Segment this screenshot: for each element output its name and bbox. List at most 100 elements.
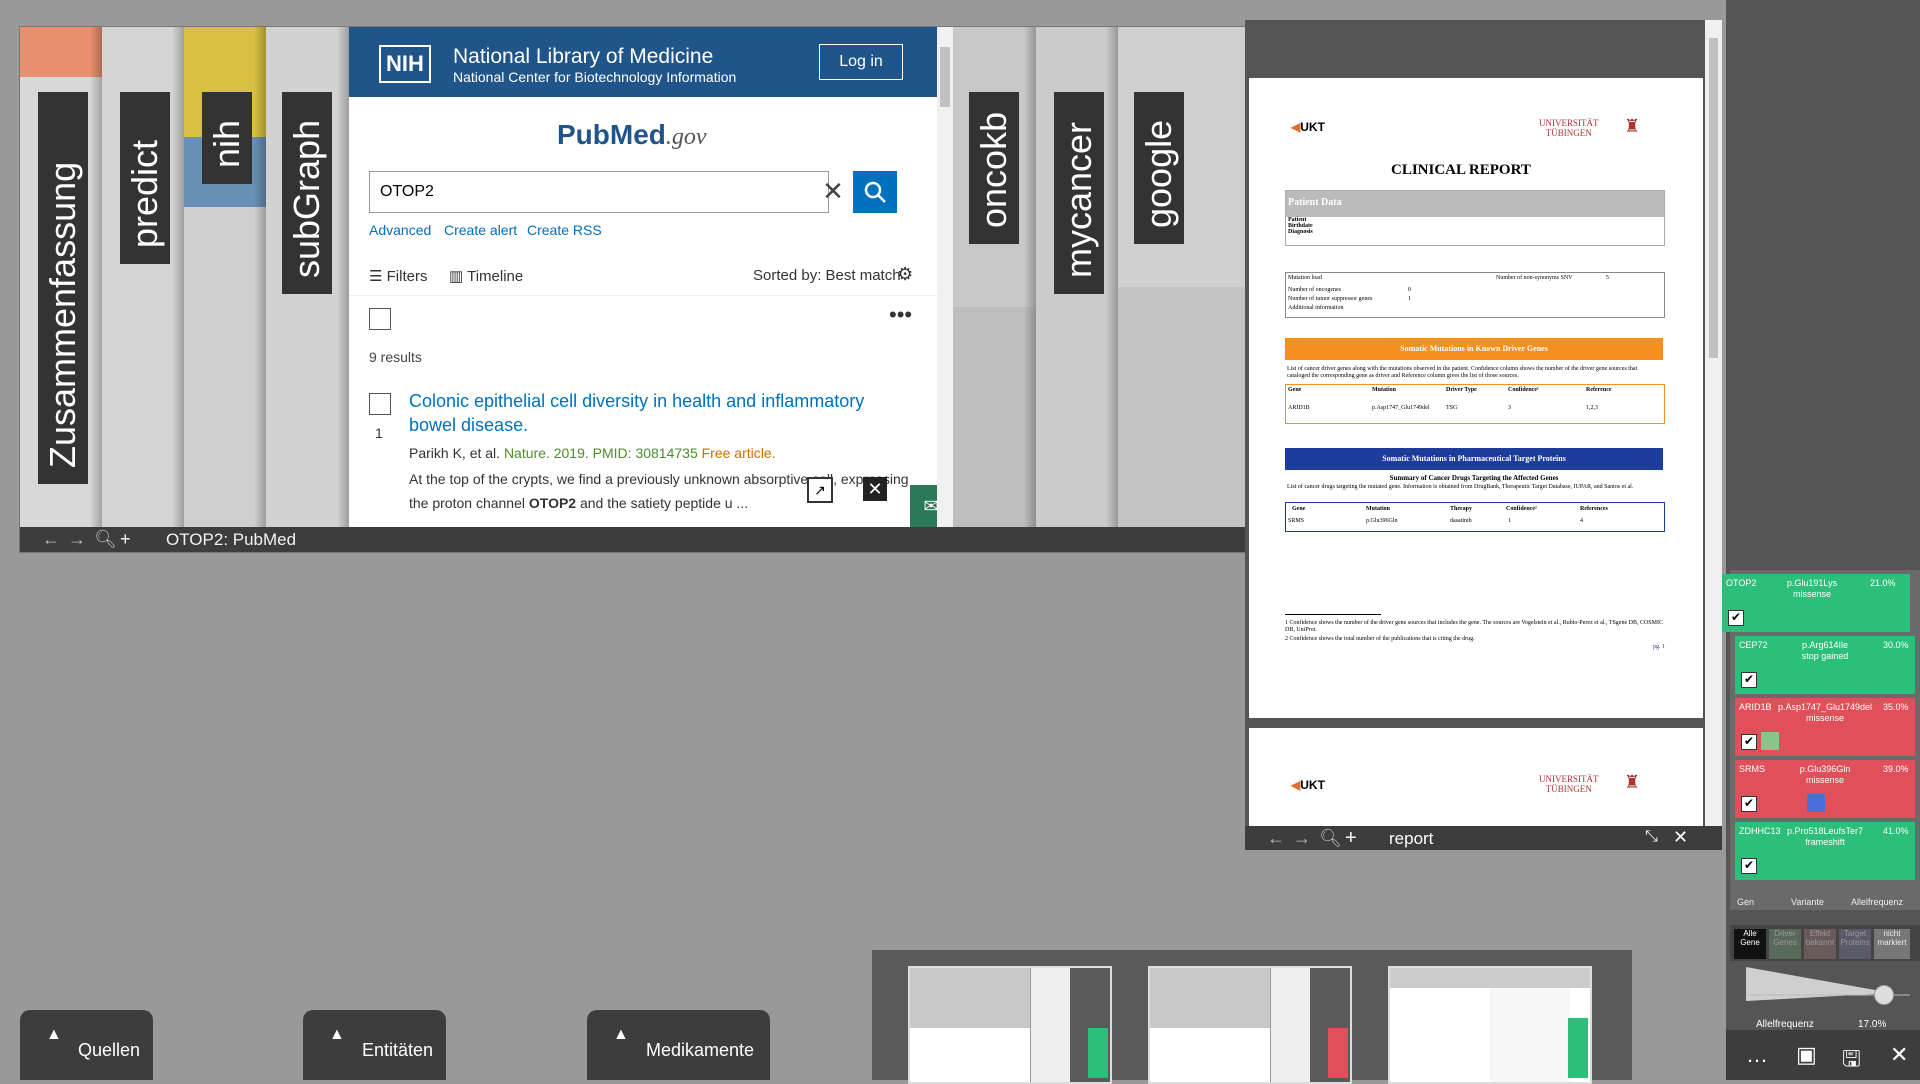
- clear-search-icon[interactable]: ✕: [815, 173, 851, 209]
- back-arrow-icon[interactable]: ←: [42, 529, 60, 550]
- variant-row[interactable]: ARID1B p.Asp1747_Glu1749del missense 35.0…: [1735, 698, 1915, 756]
- pubmed-logo[interactable]: PubMed.gov: [557, 119, 707, 151]
- filters-button[interactable]: ☰ Filters: [369, 267, 427, 285]
- forward-arrow-icon[interactable]: →: [1293, 828, 1311, 849]
- workspace-thumbnail[interactable]: [1388, 966, 1592, 1084]
- scroll-thumb[interactable]: [940, 47, 950, 107]
- nlm-subtitle: National Center for Biotechnology Inform…: [453, 69, 737, 85]
- oncogenes-value: 0: [1408, 287, 1411, 293]
- driver-gene-marker: [1761, 732, 1779, 750]
- workspace-thumbnails: [872, 950, 1632, 1084]
- variant-type: stop gained: [1801, 651, 1849, 661]
- uni-seal-icon: ♜: [1624, 772, 1641, 792]
- report-scrollbar[interactable]: [1705, 20, 1722, 826]
- filter-bar: Alle Gene Driver Genes Effekt bekannt Ta…: [1730, 925, 1920, 961]
- variant-gene: CEP72: [1739, 640, 1768, 650]
- variant-af: 35.0%: [1883, 702, 1909, 712]
- result-checkbox[interactable]: [369, 393, 391, 415]
- tab-nih[interactable]: nih: [184, 27, 266, 527]
- filter-driver-genes[interactable]: Driver Genes: [1769, 929, 1801, 959]
- search-button[interactable]: [853, 171, 897, 213]
- cell: 1,2,3: [1586, 405, 1598, 411]
- select-all-checkbox[interactable]: [369, 308, 391, 330]
- patient-data-box: Patient Data Patient Birthdate Diagnosis: [1285, 190, 1665, 246]
- feedback-chat-icon[interactable]: ✉: [910, 485, 937, 527]
- workspace-thumbnail[interactable]: [908, 966, 1112, 1084]
- variant-checkbox[interactable]: ✔: [1741, 734, 1757, 750]
- open-external-icon[interactable]: ↗: [807, 477, 833, 503]
- add-tab-icon[interactable]: +: [120, 529, 131, 550]
- tab-oncokb[interactable]: oncokb: [953, 27, 1036, 527]
- tab-google[interactable]: google: [1118, 27, 1246, 527]
- add-tab-icon[interactable]: +: [1345, 827, 1357, 850]
- more-options-icon[interactable]: •••: [889, 302, 912, 328]
- variant-type: missense: [1805, 713, 1844, 723]
- col-header: Gene: [1288, 387, 1302, 393]
- create-alert-link[interactable]: Create alert: [444, 222, 517, 238]
- pubmed-scrollbar[interactable]: [937, 27, 953, 528]
- variant-type: missense: [1792, 589, 1831, 599]
- filter-alle-gene[interactable]: Alle Gene: [1734, 929, 1766, 959]
- back-arrow-icon[interactable]: ←: [1267, 828, 1285, 849]
- result-title-link[interactable]: Colonic epithelial cell diversity in hea…: [409, 389, 909, 437]
- variant-af: 39.0%: [1883, 764, 1909, 774]
- filters-label: Filters: [386, 268, 428, 285]
- timeline-button[interactable]: ▥ Timeline: [449, 267, 523, 285]
- nih-logo[interactable]: NIH: [379, 45, 431, 83]
- af-slider-handle[interactable]: [1874, 985, 1894, 1005]
- medikamente-button[interactable]: ▲ Medikamente: [587, 1010, 770, 1080]
- save-icon[interactable]: 🖫︎: [1842, 1042, 1861, 1080]
- col-header: Reference: [1586, 387, 1612, 393]
- settings-gear-icon[interactable]: ⚙: [897, 264, 913, 285]
- variant-row[interactable]: CEP72 p.Arg614Ile stop gained 30.0% ✔: [1735, 636, 1915, 694]
- col-header: Mutation: [1372, 387, 1396, 393]
- forward-arrow-icon[interactable]: →: [68, 529, 86, 550]
- variant-name: p.Arg614Ile stop gained: [1775, 640, 1875, 662]
- sort-label[interactable]: Sorted by: Best match: [753, 267, 901, 284]
- close-popup-icon[interactable]: ✕: [863, 477, 887, 501]
- search-input[interactable]: [370, 172, 782, 212]
- filter-target-proteins[interactable]: Target Proteins: [1839, 929, 1871, 959]
- oncogenes-label: Number of oncogenes: [1288, 287, 1341, 293]
- clipboard-icon[interactable]: ▣: [1796, 1042, 1817, 1068]
- variant-checkbox[interactable]: ✔: [1741, 796, 1757, 812]
- zoom-icon[interactable]: 🔍︎: [1319, 828, 1342, 849]
- variant-gene: OTOP2: [1726, 578, 1757, 588]
- variant-row[interactable]: OTOP2 p.Glu191Lys missense 21.0% ✔: [1722, 574, 1910, 632]
- medikamente-label: Medikamente: [646, 1040, 755, 1060]
- pubmed-page: NIH National Library of Medicine Nationa…: [349, 27, 937, 528]
- footnote-1: 1 Confidence shows the number of the dri…: [1285, 620, 1663, 633]
- report-title: report: [1389, 829, 1434, 848]
- zoom-icon[interactable]: 🔍︎: [94, 529, 117, 550]
- scroll-thumb[interactable]: [1709, 38, 1718, 358]
- tab-predict[interactable]: predict: [102, 27, 184, 527]
- filter-nicht-markiert[interactable]: nicht markiert: [1874, 929, 1910, 959]
- variant-checkbox[interactable]: ✔: [1741, 672, 1757, 688]
- tab-mycancer[interactable]: mycancer: [1036, 27, 1118, 527]
- tab-subgraph[interactable]: subGraph: [266, 27, 349, 527]
- entitaeten-button[interactable]: ▲ Entitäten: [303, 1010, 446, 1080]
- advanced-link[interactable]: Advanced: [369, 222, 431, 238]
- filter-effekt-bekannt[interactable]: Effekt bekannt: [1804, 929, 1836, 959]
- ukt-logo: ◀UKT: [1291, 120, 1325, 134]
- tab-zusammenfassung[interactable]: Zusammenfassung: [20, 27, 102, 527]
- close-icon[interactable]: ✕: [1673, 827, 1688, 848]
- col-header: Confidence²: [1506, 506, 1537, 512]
- variant-row[interactable]: ZDHHC13 p.Pro518LeufsTer7 frameshift 41.0…: [1735, 822, 1915, 880]
- workspace-thumbnail[interactable]: [1148, 966, 1352, 1084]
- login-button[interactable]: Log in: [819, 44, 903, 80]
- pharma-desc: List of cancer drugs targeting the mutat…: [1287, 484, 1634, 490]
- variant-row[interactable]: SRMS p.Glu396Gln missense 39.0% ✔: [1735, 760, 1915, 818]
- snippet-highlight: OTOP2: [528, 495, 577, 511]
- ukt-logo: ◀UKT: [1291, 778, 1325, 792]
- variant-checkbox[interactable]: ✔: [1728, 610, 1744, 626]
- close-icon[interactable]: ✕: [1890, 1042, 1908, 1068]
- resize-icon[interactable]: ⤡: [1645, 828, 1658, 846]
- variant-checkbox[interactable]: ✔: [1741, 858, 1757, 874]
- af-slider[interactable]: [1742, 965, 1912, 1005]
- quellen-button[interactable]: ▲ Quellen: [20, 1010, 153, 1080]
- more-icon[interactable]: …: [1746, 1042, 1768, 1068]
- create-rss-link[interactable]: Create RSS: [527, 222, 602, 238]
- variant-name: p.Glu396Gln missense: [1775, 764, 1875, 786]
- report-page: ◀UKT UNIVERSITÄT TÜBINGEN ♜ CLINICAL REP…: [1249, 78, 1703, 718]
